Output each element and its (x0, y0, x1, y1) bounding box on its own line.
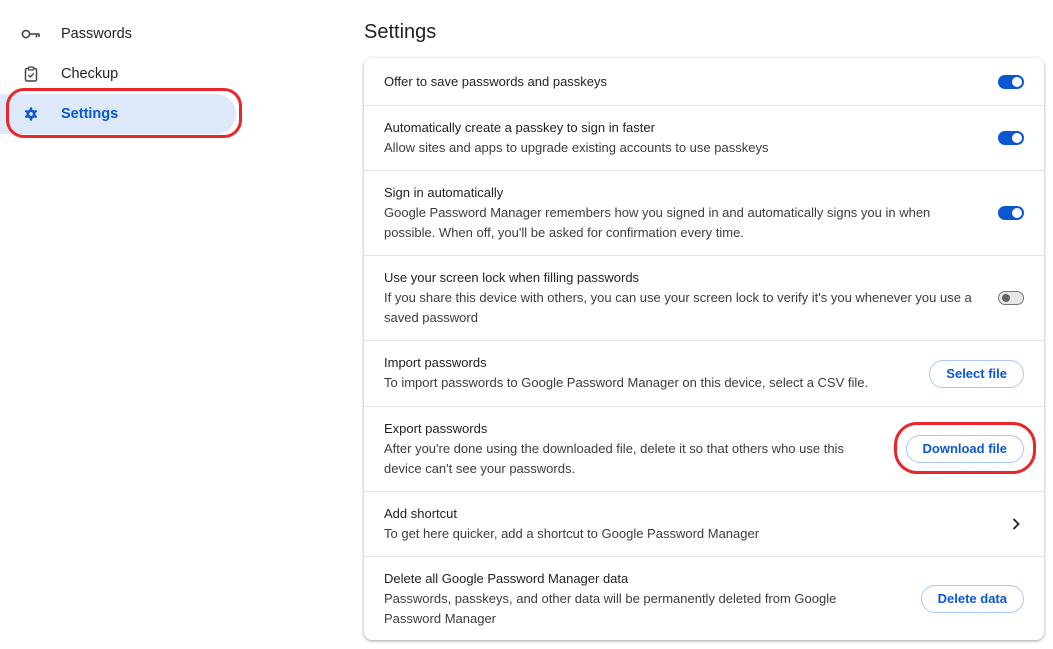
setting-title: Automatically create a passkey to sign i… (384, 120, 655, 135)
sidebar-item-checkup[interactable]: Checkup (0, 54, 236, 94)
select-file-button[interactable]: Select file (929, 360, 1024, 388)
auto-create-passkey-toggle[interactable] (998, 131, 1024, 145)
password-manager-settings: Passwords Checkup Settings Settings Offe… (0, 0, 1053, 649)
setting-auto-create-passkey: Automatically create a passkey to sign i… (364, 106, 1044, 171)
sidebar-item-label: Settings (61, 106, 119, 122)
offer-save-passwords-toggle[interactable] (998, 75, 1024, 89)
setting-title: Use your screen lock when filling passwo… (384, 270, 640, 285)
setting-title: Import passwords (384, 355, 487, 370)
page-title: Settings (364, 21, 437, 43)
setting-screen-lock: Use your screen lock when filling passwo… (364, 256, 1044, 341)
setting-description: Allow sites and apps to upgrade existing… (384, 140, 769, 155)
delete-data-button[interactable]: Delete data (920, 585, 1024, 613)
setting-import-passwords: Import passwords To import passwords to … (364, 341, 1044, 407)
setting-title: Delete all Google Password Manager data (384, 571, 629, 586)
setting-add-shortcut[interactable]: Add shortcut To get here quicker, add a … (364, 492, 1044, 557)
setting-title: Add shortcut (384, 506, 457, 521)
setting-description: To get here quicker, add a shortcut to G… (384, 526, 760, 541)
clipboard-check-icon (21, 66, 41, 82)
chevron-right-icon[interactable] (1010, 517, 1022, 531)
screen-lock-toggle[interactable] (998, 291, 1024, 305)
sidebar-item-label: Checkup (61, 66, 119, 82)
setting-description: Google Password Manager remembers how yo… (384, 205, 931, 240)
sign-in-automatically-toggle[interactable] (998, 206, 1024, 220)
setting-offer-save-passwords: Offer to save passwords and passkeys (364, 58, 1044, 106)
setting-title: Offer to save passwords and passkeys (384, 74, 608, 89)
setting-export-passwords: Export passwords After you're done using… (364, 407, 1044, 492)
sidebar-item-settings[interactable]: Settings (0, 94, 236, 134)
download-file-button[interactable]: Download file (905, 435, 1024, 463)
setting-title: Export passwords (384, 421, 488, 436)
gear-icon (21, 106, 41, 122)
sidebar: Passwords Checkup Settings (0, 0, 250, 649)
toggle-knob (1002, 294, 1010, 302)
settings-card: Offer to save passwords and passkeys Aut… (364, 58, 1044, 640)
setting-description: To import passwords to Google Password M… (384, 375, 869, 390)
setting-title: Sign in automatically (384, 185, 504, 200)
key-icon (21, 26, 41, 42)
toggle-knob (1012, 77, 1022, 87)
setting-description: If you share this device with others, yo… (384, 290, 972, 325)
setting-sign-in-automatically: Sign in automatically Google Password Ma… (364, 171, 1044, 256)
setting-description: Passwords, passkeys, and other data will… (384, 591, 837, 626)
toggle-knob (1012, 133, 1022, 143)
setting-delete-all-data: Delete all Google Password Manager data … (364, 557, 1044, 640)
sidebar-item-passwords[interactable]: Passwords (0, 14, 236, 54)
toggle-knob (1012, 208, 1022, 218)
setting-description: After you're done using the downloaded f… (384, 441, 844, 476)
sidebar-item-label: Passwords (61, 26, 132, 42)
